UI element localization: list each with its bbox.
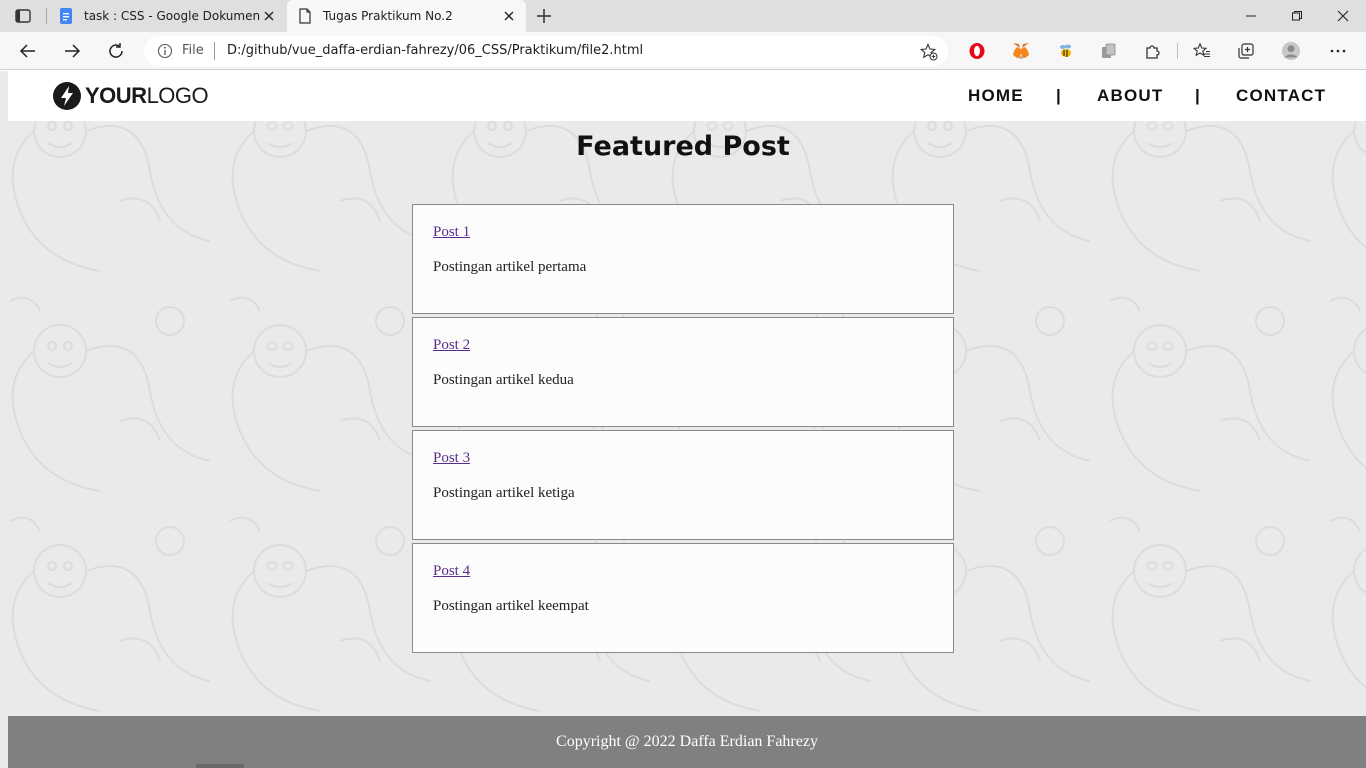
post-title-link[interactable]: Post 4	[433, 563, 470, 580]
forward-icon[interactable]	[60, 39, 84, 63]
nav-separator: |	[1195, 86, 1200, 105]
tab-title: task : CSS - Google Dokumen	[84, 9, 261, 23]
favorites-icon[interactable]	[1192, 41, 1212, 61]
puzzle-icon[interactable]	[1143, 41, 1163, 61]
logo-text: YOURLOGO	[85, 83, 209, 108]
post-card: Post 2 Postingan artikel kedua	[412, 317, 954, 427]
tab-separator	[46, 8, 47, 24]
copyright-text: Copyright @ 2022 Daffa Erdian Fahrezy	[556, 733, 818, 750]
post-title-link[interactable]: Post 1	[433, 224, 470, 241]
url-text[interactable]: D:/github/vue_daffa-erdian-fahrezy/06_CS…	[227, 43, 643, 58]
post-card: Post 4 Postingan artikel keempat	[412, 543, 954, 653]
url-field[interactable]: File D:/github/vue_daffa-erdian-fahrezy/…	[144, 36, 948, 66]
scheme-label: File	[182, 43, 204, 58]
tab-title: Tugas Praktikum No.2	[323, 9, 453, 23]
post-body: Postingan artikel keempat	[433, 598, 589, 614]
omnibox-divider	[214, 42, 215, 60]
lightning-logo-icon	[53, 82, 81, 110]
google-docs-icon	[58, 8, 74, 24]
metamask-icon[interactable]	[1011, 41, 1031, 61]
post-body: Postingan artikel pertama	[433, 259, 587, 275]
page-viewport: YOURLOGO HOME | ABOUT | CONTACT Featured…	[0, 71, 1366, 768]
site-header: YOURLOGO HOME | ABOUT | CONTACT	[8, 71, 1366, 121]
close-icon[interactable]	[262, 9, 276, 23]
post-card: Post 1 Postingan artikel pertama	[412, 204, 954, 314]
toolbar-separator	[1177, 43, 1178, 59]
page-icon	[297, 8, 313, 24]
tab-actions-icon[interactable]	[14, 7, 32, 25]
post-title-link[interactable]: Post 2	[433, 337, 470, 354]
nav-separator: |	[1056, 86, 1061, 105]
restore-icon[interactable]	[1274, 0, 1320, 32]
add-favorite-icon[interactable]	[919, 43, 938, 61]
minimize-icon[interactable]	[1228, 0, 1274, 32]
post-card: Post 3 Postingan artikel ketiga	[412, 430, 954, 540]
post-body: Postingan artikel ketiga	[433, 485, 575, 501]
profile-icon[interactable]	[1281, 41, 1301, 61]
page-title: Featured Post	[576, 131, 790, 162]
tab-google-docs[interactable]: task : CSS - Google Dokumen	[48, 0, 286, 32]
new-tab-icon[interactable]	[535, 7, 553, 25]
opera-icon[interactable]	[967, 41, 987, 61]
tab-bar: task : CSS - Google Dokumen Tugas Prakti…	[0, 0, 1366, 32]
info-icon[interactable]	[157, 43, 173, 59]
copy-icon[interactable]	[1099, 41, 1119, 61]
site-logo[interactable]: YOURLOGO	[53, 81, 209, 111]
bee-icon[interactable]	[1055, 41, 1075, 61]
nav-contact-link[interactable]: CONTACT	[1236, 86, 1326, 106]
window-close-icon[interactable]	[1320, 0, 1366, 32]
nav-about-link[interactable]: ABOUT	[1097, 86, 1163, 106]
close-icon[interactable]	[502, 9, 516, 23]
post-body: Postingan artikel kedua	[433, 372, 574, 388]
site-footer: Copyright @ 2022 Daffa Erdian Fahrezy	[8, 716, 1366, 768]
tab-tugas-praktikum[interactable]: Tugas Praktikum No.2	[287, 0, 526, 32]
address-bar: File D:/github/vue_daffa-erdian-fahrezy/…	[0, 32, 1366, 70]
back-icon[interactable]	[16, 39, 40, 63]
collections-icon[interactable]	[1236, 41, 1256, 61]
post-title-link[interactable]: Post 3	[433, 450, 470, 467]
nav-home-link[interactable]: HOME	[968, 86, 1024, 106]
more-icon[interactable]	[1328, 41, 1348, 61]
horizontal-scrollbar[interactable]	[196, 764, 244, 768]
refresh-icon[interactable]	[104, 39, 128, 63]
